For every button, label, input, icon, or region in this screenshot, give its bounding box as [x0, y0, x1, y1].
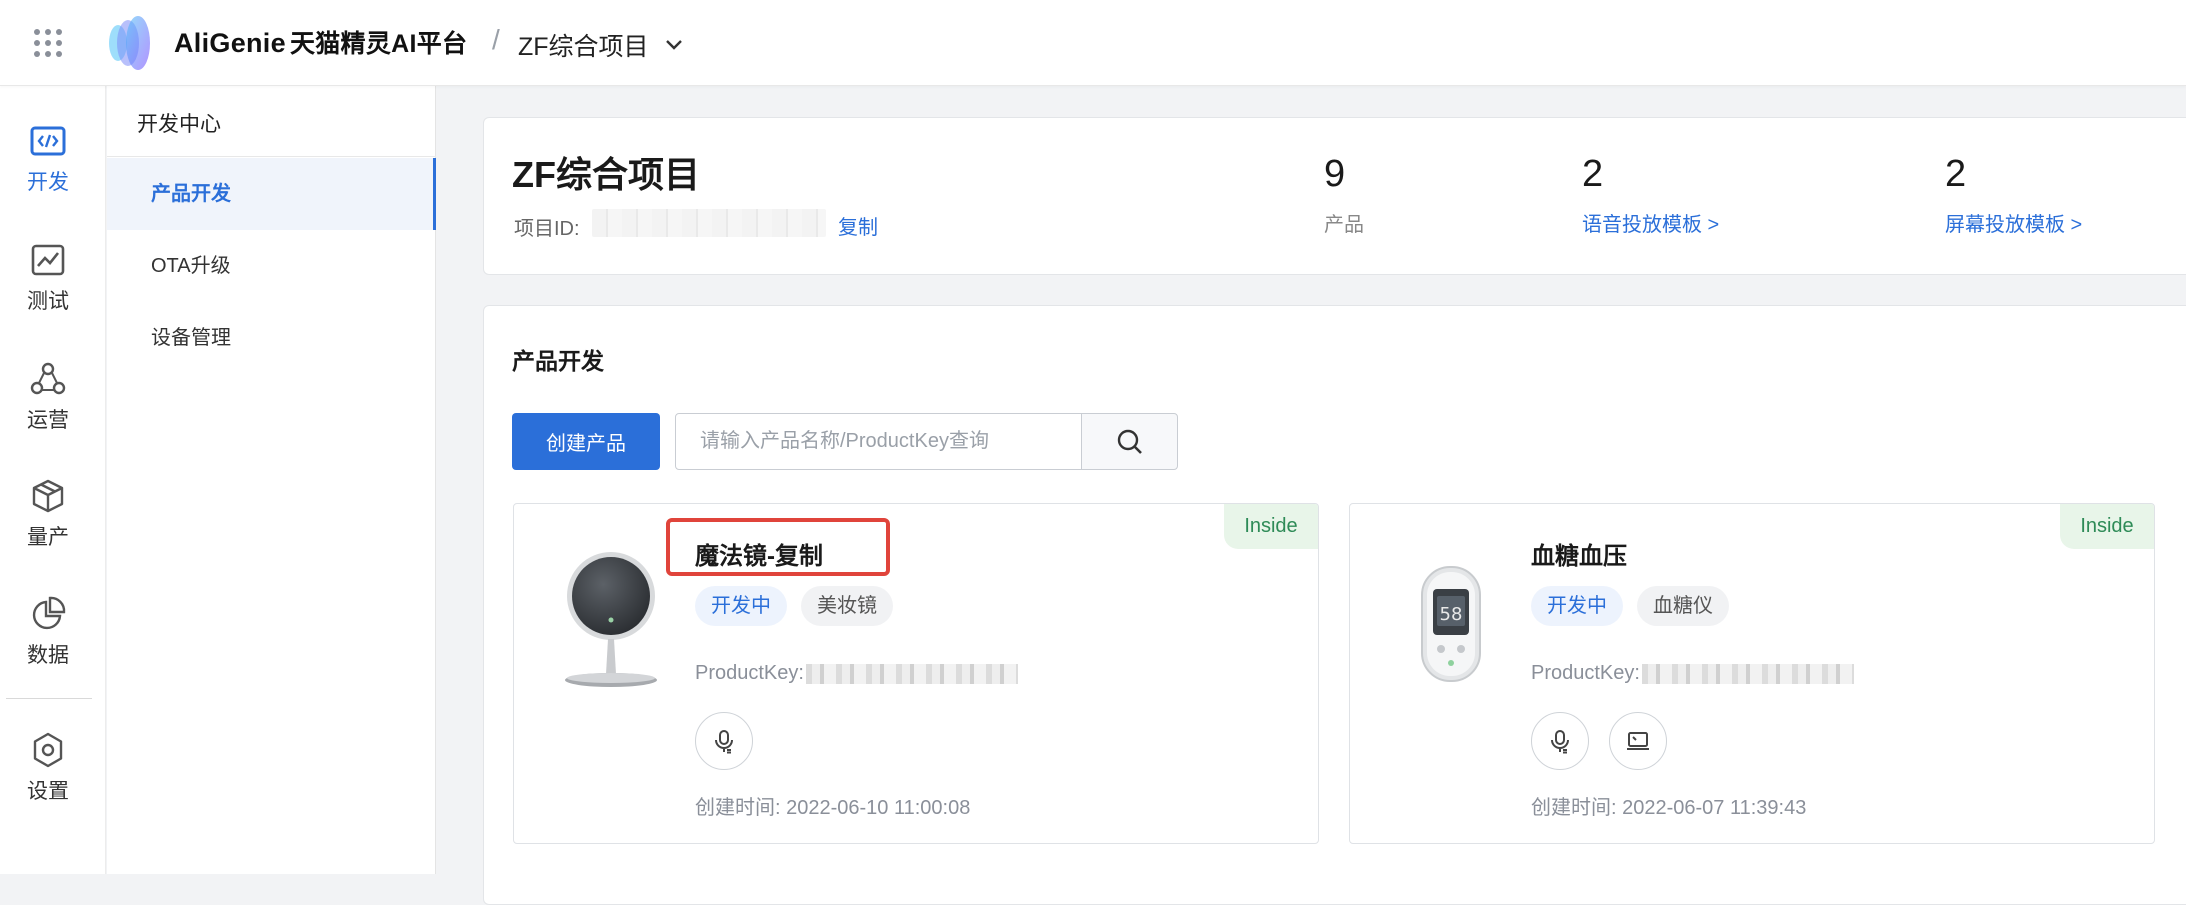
subnav-item-ota[interactable]: OTA升级: [107, 230, 436, 302]
product-key: ProductKey:: [695, 662, 1018, 685]
search-icon: [1117, 429, 1142, 454]
network-icon: [30, 362, 66, 395]
stat-screen-templates: 2 屏幕投放模板 >: [1945, 152, 2082, 237]
rail-item-develop[interactable]: 开发: [0, 122, 96, 196]
capability-buttons: [1531, 712, 1687, 770]
product-tags: 开发中 血糖仪: [1531, 586, 1743, 626]
product-title[interactable]: 魔法镜-复制: [695, 536, 823, 571]
product-search-input[interactable]: [675, 413, 1082, 470]
product-dev-section: 产品开发 创建产品 Inside 魔法镜-复制 开发中 美妆镜 ProductK…: [483, 305, 2186, 905]
product-key-label: ProductKey:: [1531, 662, 1640, 684]
product-key-value-redacted: [805, 663, 1018, 684]
top-header: AliGenie 天猫精灵AI平台 / ZF综合项目: [0, 0, 2186, 86]
status-tag: 开发中: [1531, 586, 1623, 626]
project-summary-card: ZF综合项目 项目ID: 复制 9 产品 2 语音投放模板 > 2 屏幕投放模板…: [483, 117, 2186, 275]
product-key-value-redacted: [1641, 663, 1854, 684]
screen-capability-button[interactable]: [1609, 712, 1667, 770]
subnav-title: 开发中心: [137, 113, 221, 136]
category-tag: 血糖仪: [1637, 586, 1729, 626]
category-tag: 美妆镜: [801, 586, 893, 626]
create-product-button[interactable]: 创建产品: [512, 413, 660, 470]
svg-text:58: 58: [1440, 604, 1463, 625]
project-switcher-label: ZF综合项目: [518, 33, 649, 61]
primary-rail: 开发 测试 运营 量产 数据 设置: [0, 86, 106, 874]
voice-capability-button[interactable]: [1531, 712, 1589, 770]
rail-item-test[interactable]: 测试: [0, 241, 96, 315]
pie-chart-icon: [32, 596, 66, 630]
subnav-divider: [107, 156, 436, 157]
rail-divider: [6, 698, 92, 699]
product-key-label: ProductKey:: [695, 662, 804, 684]
stat-voice-templates: 2 语音投放模板 >: [1582, 152, 1719, 237]
chart-line-icon: [31, 244, 65, 276]
project-title: ZF综合项目: [512, 154, 700, 195]
product-card-magic-mirror[interactable]: Inside 魔法镜-复制 开发中 美妆镜 ProductKey: 创建时间: …: [513, 503, 1319, 844]
secondary-sidebar: 开发中心 产品开发 OTA升级 设备管理: [107, 86, 436, 874]
stat-voice-templates-count: 2: [1582, 153, 1604, 195]
product-tags: 开发中 美妆镜: [695, 586, 907, 626]
section-title: 产品开发: [512, 348, 604, 374]
rail-item-production[interactable]: 量产: [0, 477, 96, 551]
microphone-icon: [715, 730, 733, 754]
inside-badge: Inside: [1224, 504, 1318, 549]
product-key: ProductKey:: [1531, 662, 1854, 685]
brand-title: AliGenie 天猫精灵AI平台: [174, 28, 468, 58]
glucose-meter-product-image: 58: [1421, 566, 1481, 682]
voice-capability-button[interactable]: [695, 712, 753, 770]
stat-products-caption: 产品: [1324, 214, 1364, 236]
subnav-item-device-mgmt[interactable]: 设备管理: [107, 302, 436, 374]
stat-products: 9 产品: [1324, 152, 1364, 237]
screen-icon: [1627, 732, 1649, 750]
project-switcher[interactable]: ZF综合项目: [518, 27, 683, 63]
project-id-label: 项目ID:: [514, 218, 580, 240]
aligenie-logo-icon: [109, 16, 150, 70]
mirror-product-image: [565, 552, 657, 687]
capability-buttons: [695, 712, 773, 770]
stat-products-count: 9: [1324, 153, 1346, 195]
breadcrumb-separator: /: [492, 24, 500, 55]
cube-icon: [32, 479, 64, 513]
rail-item-operate[interactable]: 运营: [0, 360, 96, 434]
microphone-icon: [1551, 730, 1569, 754]
stat-screen-templates-count: 2: [1945, 153, 1967, 195]
code-icon: [30, 126, 66, 156]
screen-templates-link[interactable]: 屏幕投放模板 >: [1945, 208, 2082, 237]
chevron-down-icon: [665, 40, 682, 50]
rail-item-settings[interactable]: 设置: [0, 731, 96, 805]
copy-project-id-link[interactable]: 复制: [838, 211, 878, 240]
product-title[interactable]: 血糖血压: [1531, 536, 1627, 571]
project-id-value-redacted: [592, 209, 826, 237]
rail-item-data[interactable]: 数据: [0, 595, 96, 669]
created-time: 创建时间: 2022-06-10 11:00:08: [695, 797, 971, 819]
created-time: 创建时间: 2022-06-07 11:39:43: [1531, 797, 1807, 819]
voice-templates-link[interactable]: 语音投放模板 >: [1582, 208, 1719, 237]
subnav-item-product-dev[interactable]: 产品开发: [107, 158, 436, 230]
product-card-glucose-bp[interactable]: Inside 58 血糖血压 开发中 血糖仪 ProductKey: 创建时间:…: [1349, 503, 2155, 844]
status-tag: 开发中: [695, 586, 787, 626]
search-button[interactable]: [1081, 413, 1178, 470]
gear-icon: [33, 732, 63, 768]
inside-badge: Inside: [2060, 504, 2154, 549]
app-grid-icon[interactable]: [34, 29, 62, 57]
